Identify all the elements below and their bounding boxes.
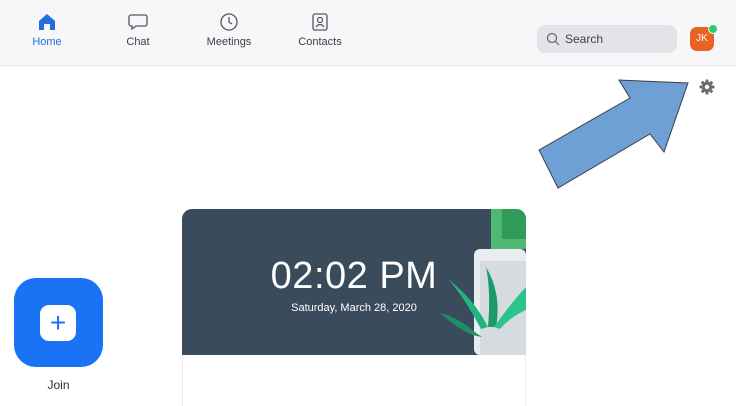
nav-tab-contacts-label: Contacts bbox=[298, 36, 342, 48]
nav-tab-meetings-label: Meetings bbox=[206, 36, 252, 48]
home-icon bbox=[39, 14, 55, 30]
nav-tab-contacts[interactable]: Contacts bbox=[285, 12, 355, 48]
nav-tab-home-label: Home bbox=[32, 36, 62, 48]
join-button[interactable]: + bbox=[14, 278, 103, 367]
plus-icon: + bbox=[40, 305, 76, 341]
nav-tab-home[interactable]: Home bbox=[12, 12, 82, 48]
nav-tab-chat[interactable]: Chat bbox=[103, 12, 173, 48]
nav-tab-chat-label: Chat bbox=[126, 36, 150, 48]
search-label: Search bbox=[565, 32, 604, 46]
top-nav-bar: Home Chat Meetings Contacts Search JK bbox=[0, 0, 736, 66]
clock-card: 02:02 PM Saturday, March 28, 2020 bbox=[182, 209, 526, 355]
join-label: Join bbox=[47, 378, 70, 392]
contacts-icon bbox=[312, 13, 328, 31]
nav-tab-meetings[interactable]: Meetings bbox=[194, 12, 264, 48]
settings-gear-icon[interactable] bbox=[698, 78, 716, 96]
upcoming-meetings-panel bbox=[182, 355, 526, 406]
presence-status-dot bbox=[708, 24, 718, 34]
chat-icon bbox=[128, 14, 148, 31]
search-box[interactable]: Search bbox=[537, 25, 677, 53]
clock-icon bbox=[220, 13, 238, 31]
search-icon bbox=[546, 32, 560, 46]
clock-time: 02:02 PM bbox=[270, 255, 438, 297]
clock-date: Saturday, March 28, 2020 bbox=[291, 302, 417, 314]
